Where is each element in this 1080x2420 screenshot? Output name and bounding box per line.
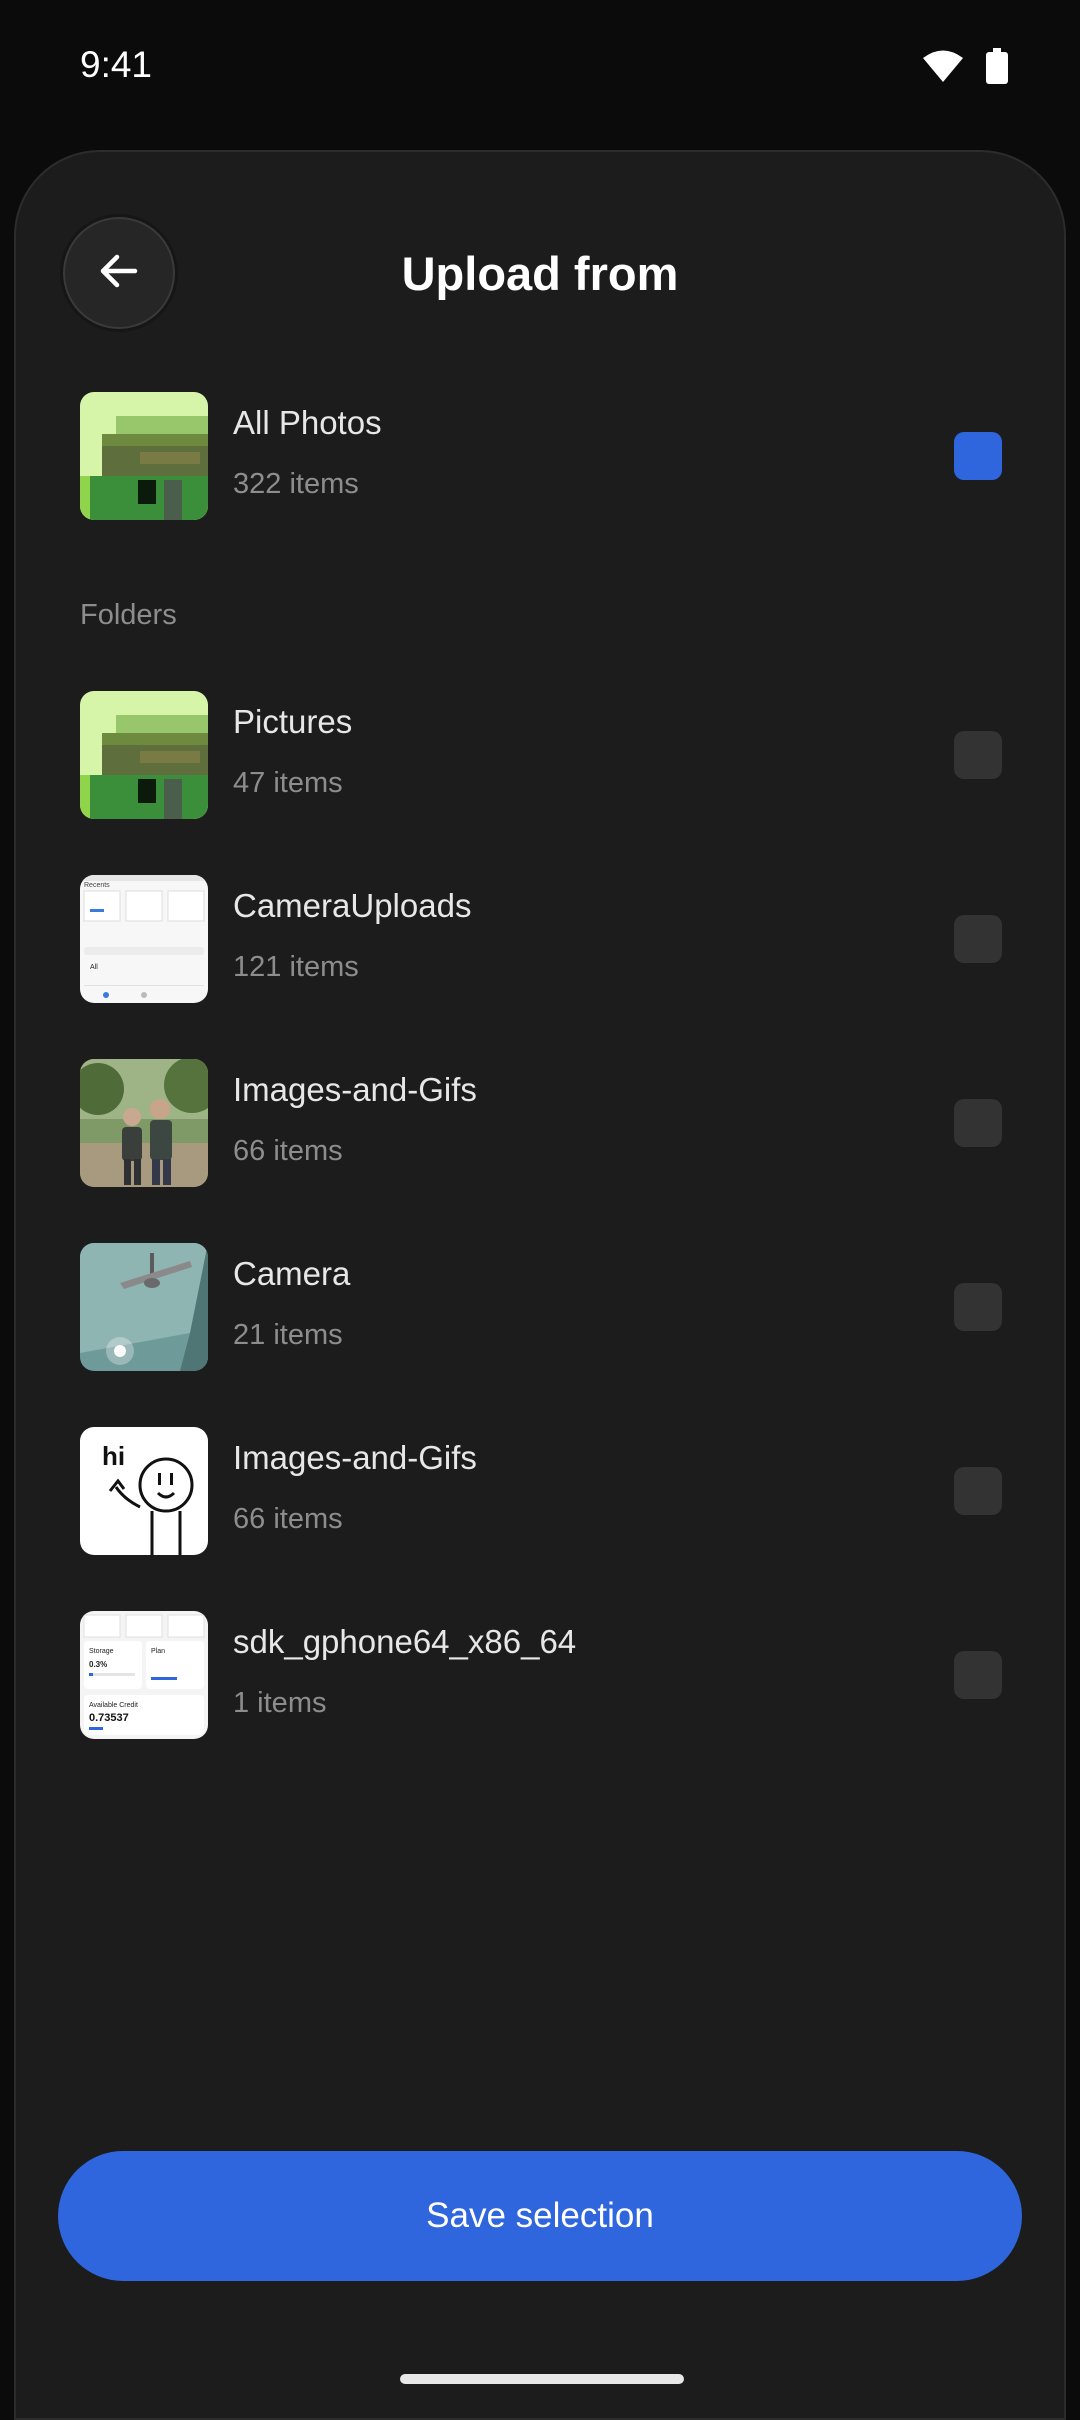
row-count: 21 items [233,1319,343,1351]
folder-thumbnail [80,691,208,819]
checkbox-folder[interactable] [954,731,1002,779]
list-item-folder[interactable]: Camera 21 items [80,1243,1020,1371]
folder-thumbnail: Recents All [80,875,208,1003]
row-name: Camera [233,1255,351,1292]
row-name: All Photos [233,404,382,441]
thumb-text: 0.3% [89,1660,107,1669]
list-item-folder[interactable]: Storage 0.3% Plan Available Credit 0.735… [80,1611,1020,1739]
thumb-text: 0.73537 [89,1712,129,1724]
checkbox-folder[interactable] [954,1467,1002,1515]
section-label-folders: Folders [80,599,177,631]
status-bar: 9:41 [0,0,1080,136]
row-count: 66 items [233,1135,343,1167]
checkbox-folder[interactable] [954,1651,1002,1699]
thumb-text: Storage [89,1648,114,1655]
status-time: 9:41 [80,44,153,85]
list-item-folder[interactable]: Images-and-Gifs 66 items [80,1059,1020,1187]
thumb-text: Available Credit [89,1702,138,1709]
all-photos-thumbnail [80,392,208,520]
thumb-text: Plan [151,1648,165,1655]
row-name: Pictures [233,703,353,740]
save-selection-button[interactable]: Save selection [58,2151,1022,2281]
folder-thumbnail: hi [80,1427,208,1555]
thumb-text: Recents [84,882,110,889]
row-count: 66 items [233,1503,343,1535]
list-item-folder[interactable]: Recents All CameraUploads 121 items [80,875,1020,1003]
row-name: CameraUploads [233,887,472,924]
wifi-icon [922,49,964,88]
checkbox-folder[interactable] [954,915,1002,963]
row-count: 47 items [233,767,343,799]
list-item-folder[interactable]: hi Images-and-Gifs 66 items [80,1427,1020,1555]
folder-thumbnail [80,1243,208,1371]
page-title: Upload from [401,247,679,300]
row-count: 322 items [233,468,359,500]
folder-thumbnail [80,1059,208,1187]
checkbox-all-photos[interactable] [954,432,1002,480]
row-count: 121 items [233,951,359,983]
row-count: 1 items [233,1687,327,1719]
thumb-text: All [90,964,98,971]
row-name: sdk_gphone64_x86_64 [233,1623,577,1660]
battery-icon [986,48,1008,89]
list-item-all-photos[interactable]: All Photos 322 items [80,392,1020,520]
checkbox-folder[interactable] [954,1283,1002,1331]
list-item-folder[interactable]: Pictures 47 items [80,691,1020,819]
folder-thumbnail: Storage 0.3% Plan Available Credit 0.735… [80,1611,208,1739]
thumb-text: hi [102,1441,125,1471]
upload-sheet: Upload from All Photos 322 items Folders [14,150,1066,2420]
checkbox-folder[interactable] [954,1099,1002,1147]
status-icons [922,48,1008,89]
row-name: Images-and-Gifs [233,1439,477,1476]
home-indicator[interactable] [400,2374,684,2384]
row-name: Images-and-Gifs [233,1071,477,1108]
